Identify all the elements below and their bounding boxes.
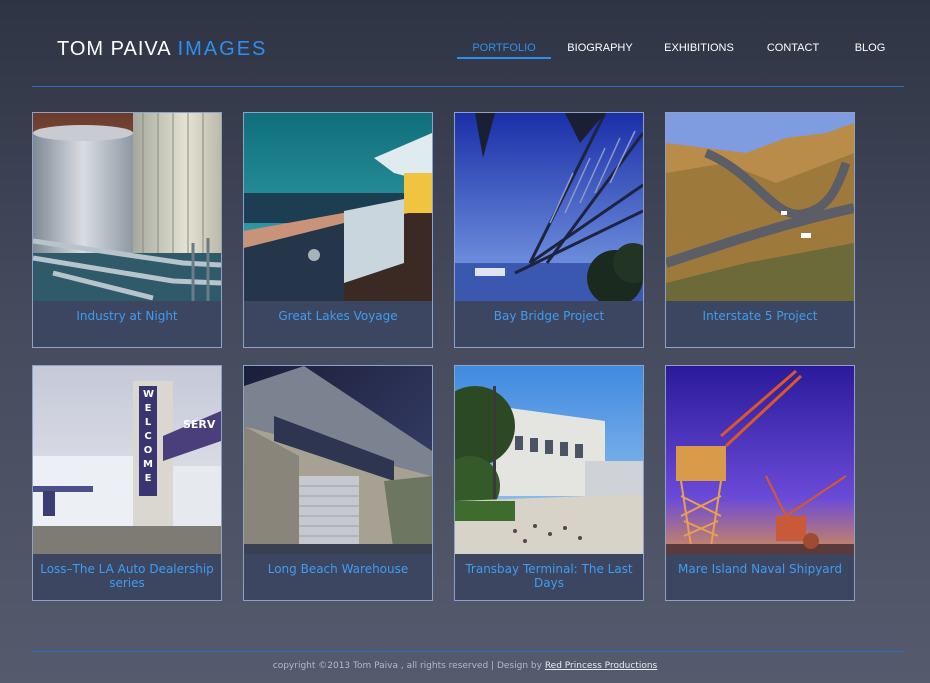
- nav-exhibitions[interactable]: EXHIBITIONS: [662, 42, 736, 54]
- gallery-card-long-beach-warehouse[interactable]: Long Beach Warehouse: [243, 365, 433, 601]
- main-nav: PORTFOLIO BIOGRAPHY EXHIBITIONS CONTACT …: [0, 42, 930, 62]
- footer-designer-link[interactable]: Red Princess Productions: [545, 661, 657, 671]
- nav-active-indicator: [457, 57, 551, 59]
- welcome-sign-text: WELCOME: [143, 389, 155, 484]
- header-divider: [32, 86, 904, 87]
- photo-la-auto-dealership[interactable]: WELCOME SERV: [33, 366, 221, 554]
- footer: copyright ©2013 Tom Paiva , all rights r…: [0, 661, 930, 671]
- nav-portfolio[interactable]: PORTFOLIO: [457, 42, 551, 54]
- gallery-card-la-auto-dealership[interactable]: WELCOME SERV Loss–The LA Auto Dealership…: [32, 365, 222, 601]
- photo-interstate-5-project[interactable]: [666, 113, 854, 301]
- photo-industry-at-night[interactable]: [33, 113, 221, 301]
- gallery-title[interactable]: Bay Bridge Project: [459, 309, 639, 323]
- gallery-title[interactable]: Transbay Terminal: The Last Days: [459, 562, 639, 590]
- footer-divider: [32, 651, 904, 652]
- photo-long-beach-warehouse[interactable]: [244, 366, 432, 554]
- photo-mare-island-naval-shipyard[interactable]: [666, 366, 854, 554]
- photo-great-lakes-voyage[interactable]: [244, 113, 432, 301]
- gallery-title[interactable]: Great Lakes Voyage: [248, 309, 428, 323]
- nav-contact[interactable]: CONTACT: [763, 42, 823, 54]
- footer-copyright: copyright ©2013 Tom Paiva , all rights r…: [272, 661, 542, 671]
- gallery-card-mare-island-naval-shipyard[interactable]: Mare Island Naval Shipyard: [665, 365, 855, 601]
- gallery-card-transbay-terminal[interactable]: Transbay Terminal: The Last Days: [454, 365, 644, 601]
- gallery-title[interactable]: Long Beach Warehouse: [248, 562, 428, 576]
- nav-blog[interactable]: BLOG: [852, 42, 888, 54]
- nav-biography[interactable]: BIOGRAPHY: [566, 42, 634, 54]
- gallery-title[interactable]: Mare Island Naval Shipyard: [670, 562, 850, 576]
- photo-transbay-terminal[interactable]: [455, 366, 643, 554]
- gallery-card-industry-at-night[interactable]: Industry at Night: [32, 112, 222, 348]
- gallery-title[interactable]: Interstate 5 Project: [670, 309, 850, 323]
- serv-sign-text: SERV: [183, 418, 216, 431]
- gallery-card-great-lakes-voyage[interactable]: Great Lakes Voyage: [243, 112, 433, 348]
- gallery-card-bay-bridge-project[interactable]: Bay Bridge Project: [454, 112, 644, 348]
- gallery-title[interactable]: Loss–The LA Auto Dealership series: [37, 562, 217, 590]
- gallery-card-interstate-5-project[interactable]: Interstate 5 Project: [665, 112, 855, 348]
- gallery-title[interactable]: Industry at Night: [37, 309, 217, 323]
- photo-bay-bridge-project[interactable]: [455, 113, 643, 301]
